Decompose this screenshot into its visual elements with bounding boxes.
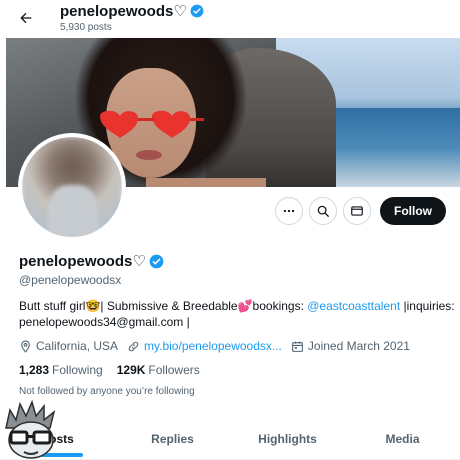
avatar[interactable]	[18, 133, 126, 241]
verified-badge-icon[interactable]	[149, 254, 164, 269]
bio-text: Butt stuff girl🤓| Submissive & Breedable…	[19, 299, 308, 313]
followers-count: 129K	[116, 363, 146, 377]
search-button[interactable]	[309, 197, 337, 225]
banner-lips	[136, 150, 162, 160]
profile-handle: @penelopewoodsx	[19, 273, 122, 287]
followers-label: Followers	[148, 363, 200, 377]
tab-replies[interactable]: Replies	[115, 418, 230, 459]
message-button[interactable]	[343, 197, 371, 225]
joined-item: Joined March 2021	[291, 339, 410, 353]
watermark-logo	[5, 399, 56, 459]
tab-label: Replies	[151, 431, 194, 446]
more-icon	[283, 209, 295, 213]
search-icon	[317, 205, 329, 217]
arrow-left-icon	[20, 12, 32, 24]
location-item: California, USA	[19, 339, 118, 353]
heart-sunglasses	[100, 110, 204, 138]
profile-meta: California, USA my.bio/penelopewoodsx...…	[19, 339, 410, 353]
more-button[interactable]	[275, 197, 303, 225]
bio-line-1: Butt stuff girl🤓| Submissive & Breedable…	[19, 298, 455, 314]
profile-tabs: Posts Replies Highlights Media	[0, 418, 460, 460]
profile-name: penelopewoods♡	[19, 252, 164, 270]
top-bar: penelopewoods♡ 5,930 posts	[0, 0, 460, 38]
not-followed-notice: Not followed by anyone you’re following	[19, 386, 195, 397]
tab-highlights[interactable]: Highlights	[230, 418, 345, 459]
tab-label: Highlights	[258, 431, 317, 446]
calendar-icon	[291, 341, 303, 352]
profile-stats: 1,283 Following 129K Followers	[19, 363, 200, 377]
header-title: penelopewoods♡	[60, 2, 204, 20]
link-icon	[128, 341, 139, 351]
bio-text-suffix: |inquiries:	[400, 299, 455, 313]
tab-label: Media	[385, 431, 420, 446]
avatar-figure	[48, 185, 98, 237]
following-label: Following	[52, 363, 103, 377]
location-text: California, USA	[36, 339, 119, 353]
location-pin-icon	[21, 340, 30, 353]
tab-media[interactable]: Media	[345, 418, 460, 459]
website-link[interactable]: my.bio/penelopewoodsx...	[144, 339, 282, 353]
banner-sea	[336, 108, 460, 187]
profile-bio: Butt stuff girl🤓| Submissive & Breedable…	[19, 298, 455, 330]
mail-icon	[351, 206, 363, 216]
bio-line-2: penelopewoods34@gmail.com |	[19, 315, 190, 329]
bio-mention-link[interactable]: @eastcoasttalent	[307, 299, 400, 313]
website-item: my.bio/penelopewoodsx...	[127, 339, 282, 353]
header-name: penelopewoods♡	[60, 3, 187, 20]
followers-link[interactable]: 129K Followers	[117, 363, 200, 377]
profile-actions: Follow	[275, 197, 446, 225]
following-link[interactable]: 1,283 Following	[19, 363, 103, 377]
following-count: 1,283	[19, 363, 50, 377]
verified-badge-icon	[190, 4, 204, 18]
profile-display-name: penelopewoods♡	[19, 253, 146, 270]
header-posts-count: 5,930 posts	[60, 22, 112, 33]
back-button[interactable]	[12, 6, 40, 30]
joined-text: Joined March 2021	[307, 339, 410, 353]
follow-button[interactable]: Follow	[380, 197, 446, 225]
banner-shoulder	[146, 178, 266, 187]
